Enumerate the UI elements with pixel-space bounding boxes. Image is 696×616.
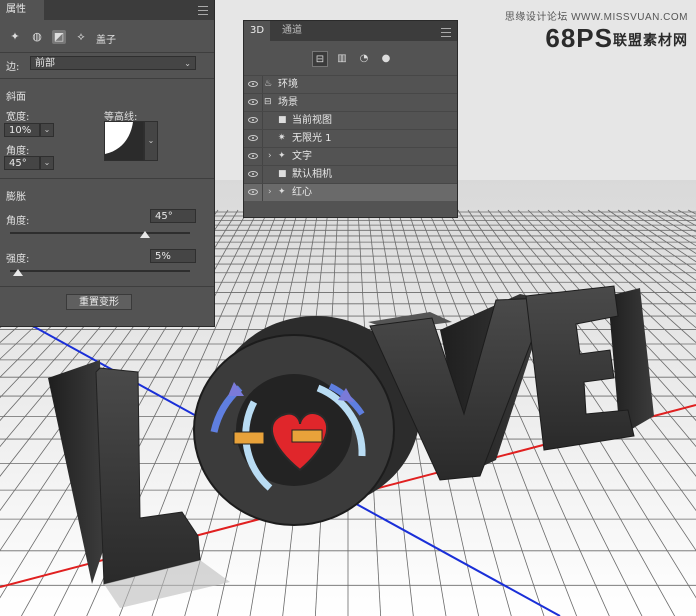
properties-panel: 属性 ✦ ◍ ◩ ⟡ 盖子 边: 前部 ⌄ 斜面 宽度: 10% ⌄ 等高线: ⌄… bbox=[0, 0, 215, 327]
lights-icon[interactable]: ● bbox=[378, 51, 394, 67]
bevel-section-title: 斜面 bbox=[6, 92, 26, 103]
layer-row[interactable]: ♨ 环境 bbox=[244, 75, 457, 93]
layer-row[interactable]: ■ 当前视图 bbox=[244, 111, 457, 129]
whole-scene-icon[interactable]: ⊟ bbox=[312, 51, 328, 67]
divider bbox=[262, 112, 263, 129]
inflate-section-title: 膨胀 bbox=[6, 192, 26, 203]
move-handle-icon[interactable] bbox=[233, 431, 265, 445]
strength-slider-thumb[interactable] bbox=[13, 269, 23, 276]
visibility-eye-icon[interactable] bbox=[248, 153, 258, 159]
divider bbox=[262, 130, 263, 147]
panel-menu-icon[interactable] bbox=[198, 6, 208, 15]
width-field[interactable]: 10% bbox=[4, 123, 40, 137]
chevron-right-icon[interactable]: › bbox=[268, 148, 272, 165]
panel-menu-icon[interactable] bbox=[441, 28, 451, 37]
angle-field[interactable]: 45° bbox=[4, 156, 40, 170]
visibility-eye-icon[interactable] bbox=[248, 117, 258, 123]
layer-label: 无限光 1 bbox=[292, 133, 332, 144]
deform-icon[interactable]: ◍ bbox=[30, 30, 44, 44]
watermark-logo-sub: 联盟素材网 bbox=[613, 32, 688, 49]
mesh-icon: ✦ bbox=[278, 187, 286, 197]
strength-slider[interactable] bbox=[10, 270, 190, 272]
visibility-eye-icon[interactable] bbox=[248, 81, 258, 87]
scale-handle-icon[interactable] bbox=[291, 429, 323, 443]
contour-picker[interactable] bbox=[104, 121, 144, 161]
divider bbox=[0, 286, 214, 287]
materials-icon[interactable]: ◔ bbox=[356, 51, 372, 67]
chevron-down-icon[interactable]: ⌄ bbox=[144, 121, 158, 161]
layer-label: 文字 bbox=[292, 151, 312, 162]
layer-label: 当前视图 bbox=[292, 115, 332, 126]
properties-tabbar: 属性 bbox=[0, 0, 214, 20]
mesh-icon: ✦ bbox=[278, 151, 286, 161]
environment-icon: ♨ bbox=[264, 79, 273, 89]
tab-channels[interactable]: 通道 bbox=[276, 21, 308, 41]
divider bbox=[0, 78, 214, 79]
layer-label: 默认相机 bbox=[292, 169, 332, 180]
layer-label: 环境 bbox=[278, 79, 298, 90]
layer-row[interactable]: ■ 默认相机 bbox=[244, 165, 457, 183]
chevron-right-icon[interactable]: › bbox=[268, 184, 272, 201]
inflate-angle-slider[interactable] bbox=[10, 232, 190, 234]
visibility-eye-icon[interactable] bbox=[248, 99, 258, 105]
divider bbox=[0, 178, 214, 179]
edge-select-value: 前部 bbox=[35, 58, 55, 69]
reset-deformation-button[interactable]: 重置变形 bbox=[66, 294, 132, 310]
inflate-angle-label: 角度: bbox=[6, 216, 30, 227]
watermark-top-text: 思缘设计论坛 WWW.MISSVUAN.COM bbox=[504, 12, 688, 23]
visibility-eye-icon[interactable] bbox=[248, 171, 258, 177]
chevron-down-icon[interactable]: ⌄ bbox=[40, 123, 54, 137]
inflate-angle-slider-thumb[interactable] bbox=[140, 231, 150, 238]
edge-select[interactable]: 前部 ⌄ bbox=[30, 56, 196, 70]
divider bbox=[262, 148, 263, 165]
layer-label: 场景 bbox=[278, 97, 298, 108]
edge-label: 边: bbox=[6, 62, 20, 73]
chevron-down-icon: ⌄ bbox=[184, 59, 191, 68]
angle-label: 角度: bbox=[6, 146, 30, 157]
layer-row[interactable]: › ✦ 红心 bbox=[244, 183, 457, 201]
3d-filter-bar: ⊟ ▥ ◔ ● bbox=[244, 49, 457, 69]
strength-label: 强度: bbox=[6, 254, 30, 265]
width-label: 宽度: bbox=[6, 112, 30, 123]
letter-e[interactable] bbox=[525, 285, 654, 451]
sun-icon: ✷ bbox=[278, 133, 286, 143]
camera-icon: ■ bbox=[278, 169, 287, 179]
tab-properties[interactable]: 属性 bbox=[0, 0, 44, 20]
layer-row[interactable]: ⊟ 场景 bbox=[244, 93, 457, 111]
visibility-eye-icon[interactable] bbox=[248, 189, 258, 195]
layer-row[interactable]: › ✦ 文字 bbox=[244, 147, 457, 165]
layer-label: 红心 bbox=[292, 187, 312, 198]
3d-panel: 3D 通道 ⊟ ▥ ◔ ● ♨ 环境 ⊟ 场景 ■ 当前视图 ✷ 无限光 1 › ✦ 文字 ■ 默认相机… bbox=[243, 20, 458, 218]
camera-icon: ■ bbox=[278, 115, 287, 125]
visibility-eye-icon[interactable] bbox=[248, 135, 258, 141]
contour-curve-icon bbox=[105, 122, 143, 160]
divider bbox=[262, 76, 263, 93]
divider bbox=[262, 94, 263, 111]
mesh-icon[interactable]: ✦ bbox=[8, 30, 22, 44]
watermark-logo: 68PS联盟素材网 bbox=[505, 23, 688, 54]
divider bbox=[262, 166, 263, 183]
watermark-logo-text: 68PS bbox=[545, 23, 613, 53]
inflate-angle-field[interactable]: 45° bbox=[150, 209, 196, 223]
layer-row[interactable]: ✷ 无限光 1 bbox=[244, 129, 457, 147]
divider bbox=[262, 184, 263, 201]
coordinates-icon[interactable]: ⟡ bbox=[74, 30, 88, 44]
cap-label: 盖子 bbox=[96, 35, 116, 46]
property-mode-icons: ✦ ◍ ◩ ⟡ 盖子 bbox=[8, 30, 148, 46]
tab-3d[interactable]: 3D bbox=[244, 21, 271, 41]
strength-field[interactable]: 5% bbox=[150, 249, 196, 263]
watermark: 思缘设计论坛 WWW.MISSVUAN.COM 68PS联盟素材网 bbox=[505, 8, 688, 54]
divider bbox=[0, 52, 214, 53]
3d-panel-tabbar: 3D 通道 bbox=[244, 21, 457, 41]
meshes-icon[interactable]: ▥ bbox=[334, 51, 350, 67]
chevron-down-icon[interactable]: ⌄ bbox=[40, 156, 54, 170]
cap-icon[interactable]: ◩ bbox=[52, 30, 66, 44]
scene-icon: ⊟ bbox=[264, 97, 272, 107]
